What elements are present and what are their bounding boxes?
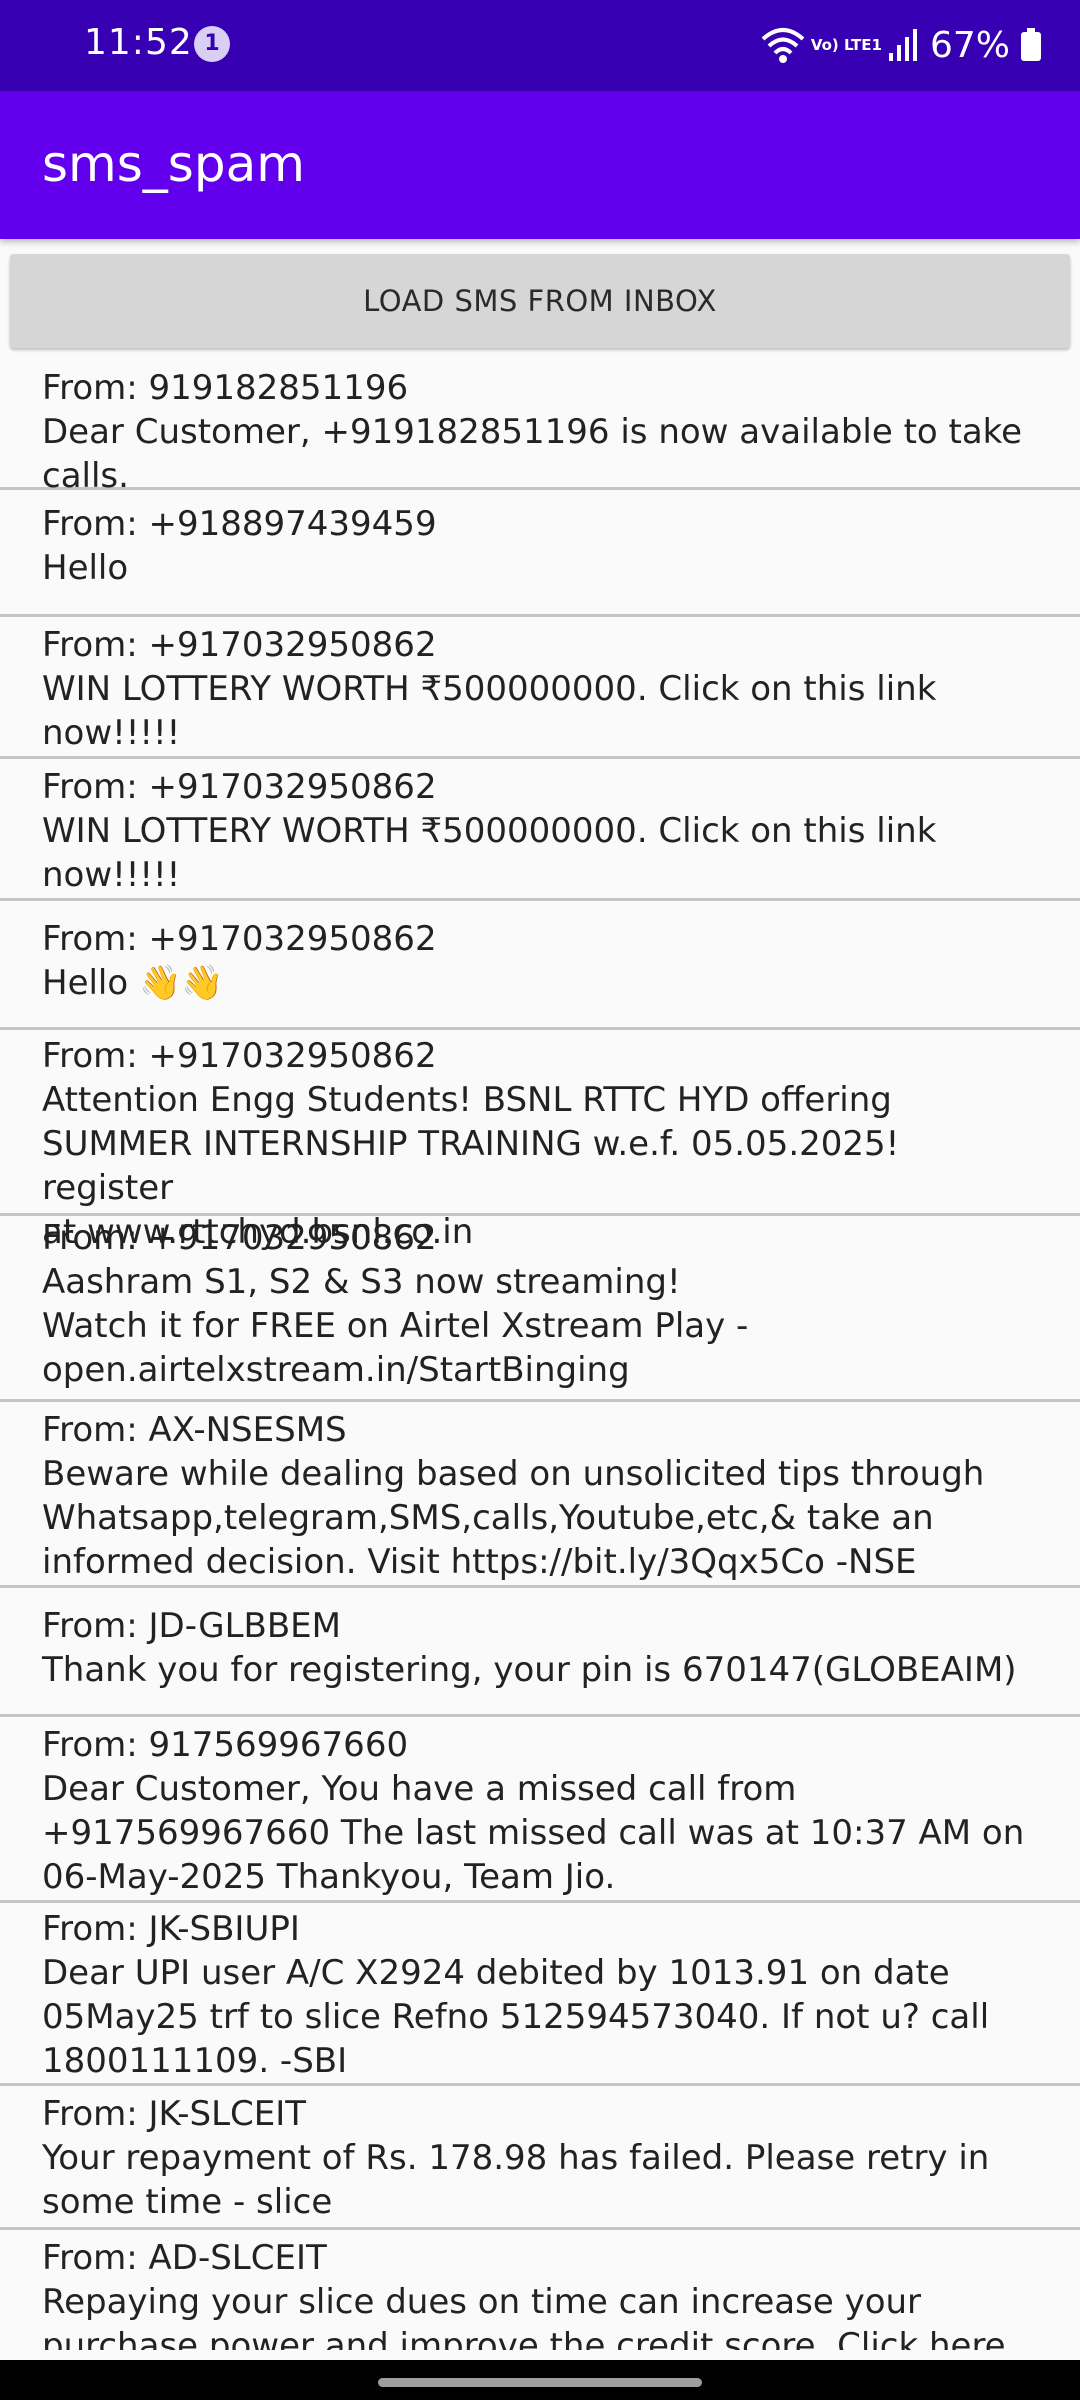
wifi-icon — [761, 25, 805, 65]
sms-item[interactable]: From: +917032950862 Hello 👋👋 — [0, 901, 1080, 1030]
sms-body: Hello — [42, 548, 129, 588]
sms-sender: From: +917032950862 — [42, 1036, 437, 1076]
sms-item[interactable]: From: +917032950862 Attention Engg Stude… — [0, 1030, 1080, 1252]
sms-sender: From: +918897439459 — [42, 504, 437, 544]
sms-item[interactable]: From: AD-SLCEIT Repaying your slice dues… — [0, 2230, 1080, 2350]
battery-percent: 67% — [929, 24, 1010, 66]
sms-body: Hello 👋👋 — [42, 963, 224, 1003]
sms-body: Aashram S1, S2 & S3 now streaming! Watch… — [42, 1262, 749, 1390]
sms-body: Dear Customer, You have a missed call fr… — [42, 1769, 1025, 1897]
battery-icon — [1020, 28, 1042, 62]
sms-sender: From: +917032950862 — [42, 1218, 437, 1258]
sms-sender: From: +917032950862 — [42, 767, 437, 807]
sms-item[interactable]: From: AX-NSESMS Beware while dealing bas… — [0, 1402, 1080, 1588]
sms-sender: From: JD-GLBBEM — [42, 1606, 341, 1646]
status-icons: Vo) LTE1 67% — [761, 20, 1042, 70]
sms-sender: From: 917569967660 — [42, 1725, 409, 1765]
sms-body: Thank you for registering, your pin is 6… — [42, 1650, 1017, 1690]
sms-body: Beware while dealing based on unsolicite… — [42, 1454, 985, 1582]
sms-sender: From: 919182851196 — [42, 368, 409, 408]
signal-icon — [888, 27, 918, 63]
sms-item[interactable]: From: +917032950862 WIN LOTTERY WORTH ₹5… — [0, 759, 1080, 901]
sms-body: Repaying your slice dues on time can inc… — [42, 2282, 1006, 2350]
sms-item[interactable]: From: +918897439459 Hello — [0, 490, 1080, 617]
sms-item[interactable]: From: JD-GLBBEM Thank you for registerin… — [0, 1588, 1080, 1717]
status-bar: 11:52 1 Vo) LTE1 67% — [0, 0, 1080, 91]
sms-list[interactable]: From: 919182851196 Dear Customer, +91918… — [0, 352, 1080, 2350]
sms-item[interactable]: From: +917032950862 WIN LOTTERY WORTH ₹5… — [0, 617, 1080, 759]
sms-sender: From: +917032950862 — [42, 625, 437, 665]
app-bar: sms_spam — [0, 91, 1080, 239]
sms-body: WIN LOTTERY WORTH ₹500000000. Click on t… — [42, 669, 937, 753]
sms-sender: From: AX-NSESMS — [42, 1410, 347, 1450]
sms-item[interactable]: From: 917569967660 Dear Customer, You ha… — [0, 1717, 1080, 1903]
app-title: sms_spam — [42, 135, 305, 193]
sms-body: Your repayment of Rs. 178.98 has failed.… — [42, 2138, 990, 2222]
notification-count-badge: 1 — [194, 26, 230, 62]
sms-sender: From: JK-SLCEIT — [42, 2094, 307, 2134]
sms-item[interactable]: From: 919182851196 Dear Customer, +91918… — [0, 366, 1080, 496]
navigation-bar — [0, 2360, 1080, 2400]
sms-body: Dear Customer, +919182851196 is now avai… — [42, 412, 1023, 496]
sms-sender: From: AD-SLCEIT — [42, 2238, 327, 2278]
gesture-handle[interactable] — [378, 2378, 702, 2387]
sms-item[interactable]: From: JK-SLCEIT Your repayment of Rs. 17… — [0, 2086, 1080, 2230]
sms-sender: From: +917032950862 — [42, 919, 437, 959]
sms-body: Dear UPI user A/C X2924 debited by 1013.… — [42, 1953, 990, 2081]
sms-item[interactable]: From: +917032950862 Aashram S1, S2 & S3 … — [0, 1216, 1080, 1402]
load-sms-button[interactable]: LOAD SMS FROM INBOX — [10, 254, 1070, 348]
sms-body: WIN LOTTERY WORTH ₹500000000. Click on t… — [42, 811, 937, 895]
status-time: 11:52 — [84, 22, 193, 63]
sms-sender: From: JK-SBIUPI — [42, 1909, 300, 1949]
sms-item[interactable]: From: JK-SBIUPI Dear UPI user A/C X2924 … — [0, 1903, 1080, 2086]
volte-icon: Vo) LTE1 — [810, 35, 882, 54]
